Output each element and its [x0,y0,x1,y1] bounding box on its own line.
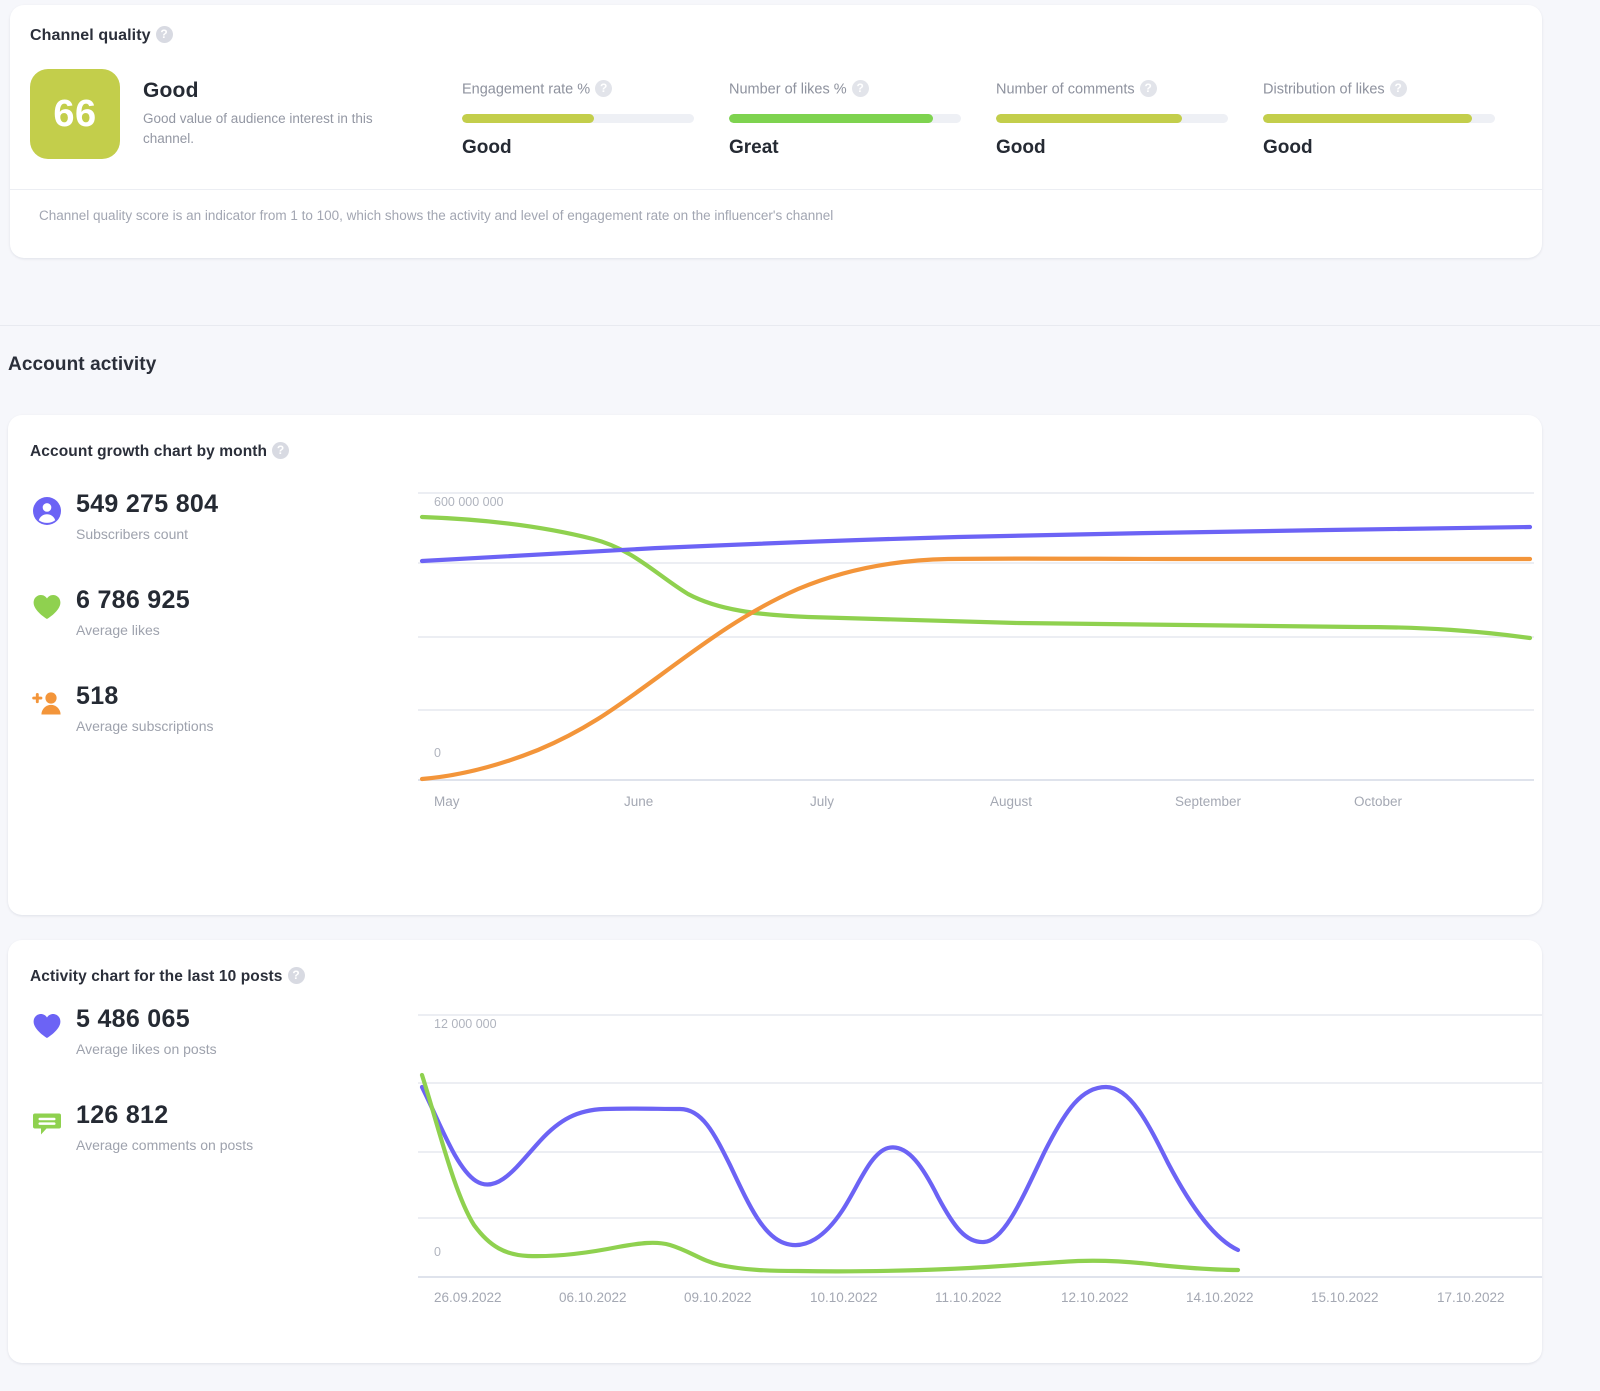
activity-chart-x-axis: 26.09.2022 06.10.2022 09.10.2022 10.10.2… [434,1290,1542,1305]
card-divider [10,189,1542,190]
series-line-average-subscriptions [419,556,1533,782]
quality-score-description: Good value of audience interest in this … [143,111,373,146]
help-icon-number-of-comments[interactable]: ? [1139,80,1157,97]
metric-label-text: Engagement rate % [462,81,591,98]
channel-quality-note: Channel quality score is an indicator fr… [39,208,834,223]
x-tick-label: 14.10.2022 [1186,1290,1254,1305]
stat-label: Average comments on posts [76,1137,254,1153]
series-line-subscribers-count [419,524,1533,564]
help-icon-account-growth[interactable]: ? [272,442,290,460]
x-tick-label: 17.10.2022 [1437,1290,1505,1305]
stat-value: 5 486 065 [76,1005,190,1033]
metric-label: Number of likes %? [729,80,996,98]
x-tick-label: 06.10.2022 [559,1290,627,1305]
x-tick-label: 26.09.2022 [434,1290,502,1305]
x-tick-label: July [810,794,835,809]
x-tick-label: September [1175,794,1242,809]
activity-chart-svg [418,1014,1542,1278]
metric-label: Distribution of likes? [1263,80,1530,98]
metric-number-of-comments: Number of comments? Good [996,80,1263,159]
metric-number-of-likes: Number of likes %? Great [729,80,996,159]
account-growth-plot: 600 000 000 0 May June July August Septe… [418,491,1534,809]
x-tick-label: October [1354,794,1403,809]
section-divider [0,325,1600,326]
activity-chart-card: Activity chart for the last 10 posts? 5 … [8,940,1542,1363]
x-tick-label: 09.10.2022 [684,1290,752,1305]
help-icon-engagement-rate[interactable]: ? [595,80,613,97]
stat-value: 518 [76,682,119,710]
x-tick-label: 15.10.2022 [1311,1290,1379,1305]
metric-label-text: Distribution of likes [1263,81,1385,98]
metric-value: Good [1263,137,1313,158]
metric-value: Great [729,137,779,158]
stat-value: 6 786 925 [76,586,190,614]
x-tick-label: 11.10.2022 [935,1290,1002,1305]
x-tick-label: August [990,794,1033,809]
activity-chart-title-text: Activity chart for the last 10 posts [30,968,283,985]
metric-label: Number of comments? [996,80,1263,98]
y-axis-label-max: 12 000 000 [434,1017,497,1031]
metric-value: Good [996,137,1046,158]
y-axis-label-max: 600 000 000 [434,495,504,509]
account-growth-title: Account growth chart by month? [30,442,290,461]
channel-quality-body: 66 Good Good value of audience interest … [10,63,1542,188]
metric-value: Good [462,137,512,158]
channel-quality-card: Channel quality? 66 Good Good value of a… [10,5,1542,258]
y-axis-label-min: 0 [434,1245,441,1259]
quality-score-label: Good [143,79,199,102]
quality-score-badge: 66 [30,69,120,159]
gridlines [418,1014,1542,1278]
series-line-average-comments-on-posts [419,1072,1241,1274]
metric-distribution-of-likes: Distribution of likes? Good [1263,80,1530,159]
section-title-account-activity: Account activity [8,354,157,375]
activity-chart-title: Activity chart for the last 10 posts? [30,967,305,986]
metric-label-text: Number of likes % [729,81,847,98]
activity-chart-plot: 12 000 000 0 26.09.2022 06.10.2022 09.10… [418,1013,1542,1305]
person-add-icon [30,686,64,720]
y-axis-label-min: 0 [434,746,441,760]
help-icon-distribution-of-likes[interactable]: ? [1389,80,1407,97]
account-growth-x-axis: May June July August September October [434,794,1534,809]
metric-progress-bar [729,114,961,123]
channel-quality-title-text: Channel quality [30,27,151,44]
quality-score-text: Good Good value of audience interest in … [143,79,443,148]
account-growth-svg [418,492,1534,782]
x-tick-label: 12.10.2022 [1061,1290,1129,1305]
stat-value: 126 812 [76,1101,169,1129]
account-growth-title-text: Account growth chart by month [30,443,268,460]
comment-icon [30,1105,64,1139]
x-tick-label: 10.10.2022 [810,1290,878,1305]
quality-metrics-list: Engagement rate %? Good Number of likes … [462,80,1530,159]
x-tick-label: May [434,794,460,809]
stat-value: 549 275 804 [76,490,219,518]
subscriber-person-icon [30,494,64,528]
help-icon-channel-quality[interactable]: ? [155,26,173,44]
metric-progress-fill [1263,114,1472,123]
x-tick-label: June [624,794,654,809]
metric-engagement-rate: Engagement rate %? Good [462,80,729,159]
metric-label: Engagement rate %? [462,80,729,98]
stat-label: Average likes on posts [76,1041,217,1057]
help-icon-activity-chart[interactable]: ? [287,967,305,985]
analytics-page: Channel quality? 66 Good Good value of a… [0,0,1600,1391]
metric-progress-bar [1263,114,1495,123]
account-growth-card: Account growth chart by month? 549 275 8… [8,415,1542,1287]
metric-progress-fill [729,114,934,123]
metric-progress-fill [996,114,1182,123]
heart-icon [30,1009,64,1043]
stat-label: Average likes [76,622,160,638]
series-line-average-likes-on-posts [419,1084,1241,1253]
metric-progress-bar [996,114,1228,123]
channel-quality-title: Channel quality? [30,26,173,45]
stat-label: Average subscriptions [76,718,214,734]
metric-progress-fill [462,114,595,123]
help-icon-number-of-likes[interactable]: ? [851,80,869,97]
metric-progress-bar [462,114,694,123]
stat-label: Subscribers count [76,526,189,542]
heart-icon [30,590,64,624]
metric-label-text: Number of comments [996,81,1135,98]
